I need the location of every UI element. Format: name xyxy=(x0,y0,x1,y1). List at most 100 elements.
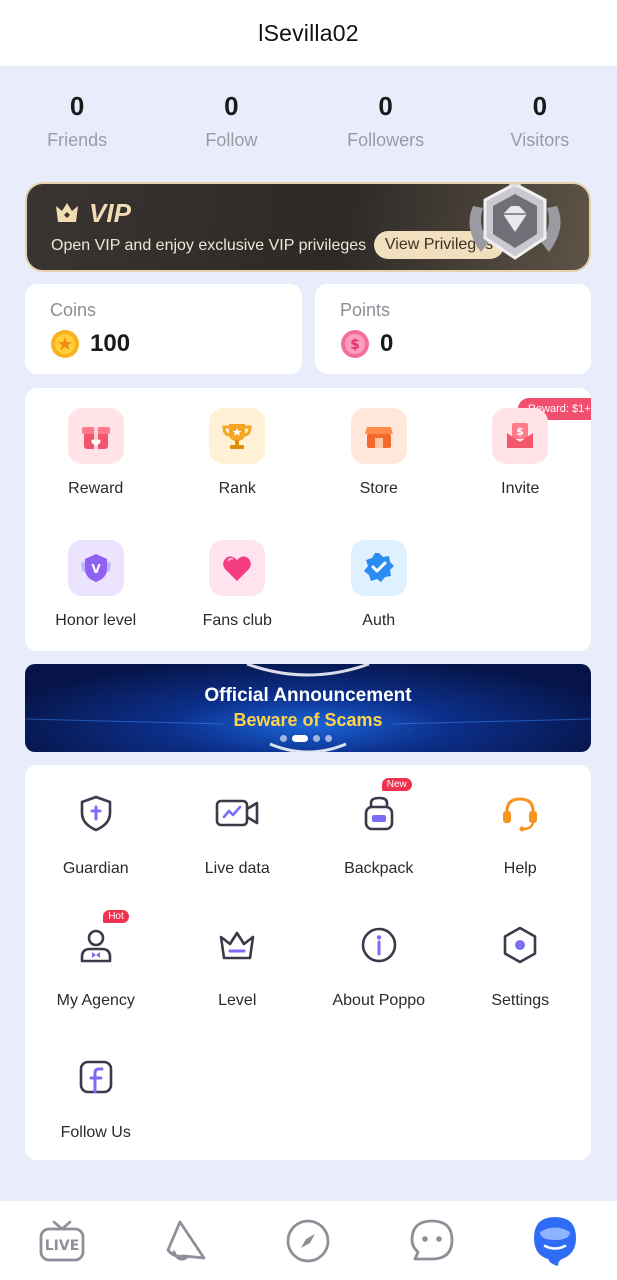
tool-my-agency[interactable]: Hot My Agency xyxy=(25,910,167,1010)
compass-icon xyxy=(287,1219,330,1262)
profile-icon xyxy=(534,1216,577,1266)
coins-label: Coins xyxy=(50,300,97,320)
tool-label: Backpack xyxy=(344,860,414,877)
stat-value: 0 xyxy=(378,91,393,121)
tool-label: Follow Us xyxy=(60,1124,131,1141)
stat-value: 0 xyxy=(69,91,85,121)
nav-discover[interactable] xyxy=(123,1201,246,1280)
nav-live[interactable]: LIVE xyxy=(0,1201,123,1280)
info-icon xyxy=(356,922,402,968)
announcement-banner[interactable]: Official Announcement Beware of Scams xyxy=(25,664,591,752)
feature-invite[interactable]: $ Invite xyxy=(450,408,592,498)
feature-label: Fans club xyxy=(202,612,272,629)
new-tag: New xyxy=(381,778,412,791)
feature-label: Store xyxy=(359,480,398,497)
live-tv-icon: LIVE xyxy=(39,1220,85,1261)
feature-honor-level[interactable]: V Honor level xyxy=(25,540,167,630)
nav-explore[interactable] xyxy=(247,1201,370,1280)
stat-label: Friends xyxy=(47,130,108,150)
live-text: LIVE xyxy=(44,1238,79,1254)
tool-live-data[interactable]: Live data xyxy=(167,790,309,878)
agency-icon: Hot xyxy=(73,910,129,968)
feature-label: Reward xyxy=(68,480,124,497)
stat-followers[interactable]: 0 Followers xyxy=(309,88,463,151)
hot-tag: Hot xyxy=(103,910,129,923)
gift-icon xyxy=(67,408,124,464)
tool-label: About Poppo xyxy=(332,992,426,1009)
vip-card[interactable]: VIP Open VIP and enjoy exclusive VIP pri… xyxy=(25,182,591,272)
coins-value: 100 xyxy=(90,330,131,357)
vip-diamond-badge-icon xyxy=(469,184,561,260)
feature-label: Auth xyxy=(362,612,396,629)
stat-label: Follow xyxy=(205,130,258,150)
stat-value: 0 xyxy=(224,91,239,121)
stat-label: Visitors xyxy=(510,130,570,150)
stat-follow[interactable]: 0 Follow xyxy=(154,88,308,151)
invite-envelope-icon: $ xyxy=(492,408,549,464)
feature-reward[interactable]: Reward xyxy=(25,408,167,498)
tool-label: My Agency xyxy=(56,992,135,1009)
feature-label: Invite xyxy=(501,480,540,497)
coins-card[interactable]: Coins 100 xyxy=(25,284,302,374)
vip-title: VIP xyxy=(89,198,131,228)
trophy-icon xyxy=(209,408,266,464)
chat-icon xyxy=(410,1219,454,1260)
pagination-dot xyxy=(280,735,287,742)
tool-label: Level xyxy=(218,992,257,1009)
stat-friends[interactable]: 0 Friends xyxy=(0,88,154,151)
tool-label: Guardian xyxy=(62,860,129,877)
stat-visitors[interactable]: 0 Visitors xyxy=(463,88,617,151)
vip-crown-icon xyxy=(56,203,78,222)
bottom-nav: LIVE xyxy=(0,1201,617,1280)
level-crown-icon xyxy=(214,922,260,968)
banner-title: Official Announcement xyxy=(204,685,412,706)
svg-text:V: V xyxy=(91,562,101,576)
feature-label: Rank xyxy=(218,480,256,497)
feature-label: Honor level xyxy=(55,612,137,629)
vip-description: Open VIP and enjoy exclusive VIP privile… xyxy=(51,237,367,254)
points-label: Points xyxy=(340,300,391,320)
feature-fans-club[interactable]: Fans club xyxy=(167,540,309,630)
nav-me[interactable] xyxy=(494,1201,617,1280)
feature-store[interactable]: Store xyxy=(308,408,450,498)
banner-subtitle: Beware of Scams xyxy=(233,710,383,730)
honor-shield-icon: V xyxy=(67,540,124,596)
nav-messages[interactable] xyxy=(370,1201,493,1280)
points-value: 0 xyxy=(380,330,394,357)
points-icon: $ xyxy=(341,330,369,358)
guardian-shield-icon xyxy=(73,790,119,836)
top-bar: lSevilla02 xyxy=(0,0,617,66)
pagination-dot xyxy=(325,735,332,742)
settings-hexagon-icon xyxy=(497,922,543,968)
tool-guardian[interactable]: Guardian xyxy=(25,790,167,878)
svg-text:$: $ xyxy=(350,337,360,353)
svg-text:$: $ xyxy=(516,425,524,438)
stats-row: 0 Friends 0 Follow 0 Followers 0 Visitor… xyxy=(0,88,617,151)
page-title: lSevilla02 xyxy=(258,19,359,46)
tool-level[interactable]: Level xyxy=(167,922,309,1010)
tool-about[interactable]: About Poppo xyxy=(308,922,450,1010)
coin-icon xyxy=(51,330,79,358)
tool-label: Live data xyxy=(204,860,270,877)
headset-icon xyxy=(497,790,543,836)
store-icon xyxy=(350,408,407,464)
stat-label: Followers xyxy=(347,130,425,150)
tools-grid: Guardian Live data New Backpack Help Hot… xyxy=(25,765,591,1160)
tool-settings[interactable]: Settings xyxy=(450,922,592,1010)
tool-label: Help xyxy=(503,860,537,877)
facebook-icon xyxy=(73,1054,119,1100)
verified-badge-icon xyxy=(350,540,407,596)
pagination-dot-active xyxy=(292,735,308,742)
tool-help[interactable]: Help xyxy=(450,790,592,878)
feature-rank[interactable]: Rank xyxy=(167,408,309,498)
tool-follow-us[interactable]: Follow Us xyxy=(25,1054,167,1142)
stat-value: 0 xyxy=(532,91,548,121)
feature-auth[interactable]: Auth xyxy=(308,540,450,630)
features-grid: Reward: $1+ Reward Rank Store $ Invite V… xyxy=(25,388,591,651)
pagination-dot xyxy=(313,735,320,742)
live-data-icon xyxy=(214,790,260,836)
banner-pagination xyxy=(280,735,332,742)
tool-backpack[interactable]: New Backpack xyxy=(308,778,450,878)
tool-label: Settings xyxy=(491,992,550,1009)
points-card[interactable]: Points $ 0 xyxy=(315,284,591,374)
